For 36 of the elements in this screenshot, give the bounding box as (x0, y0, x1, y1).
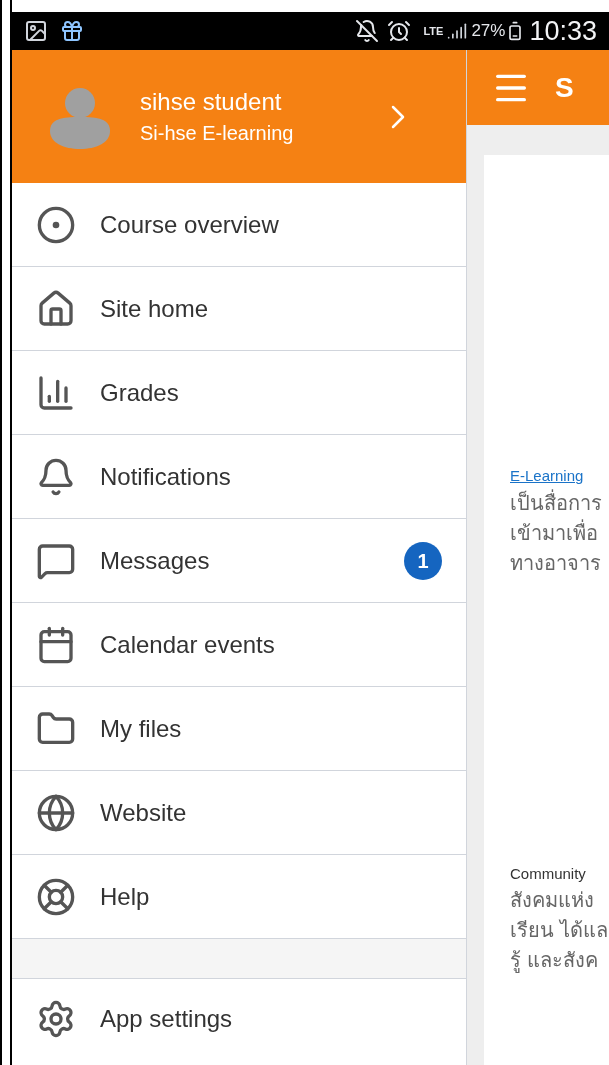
menu-item[interactable]: My files (12, 687, 466, 771)
site-name: Si-hse E-learning (140, 120, 295, 146)
globe-icon (36, 792, 76, 833)
app-bar-title: S (555, 70, 574, 105)
calendar-icon (36, 624, 76, 665)
user-name: sihse student (140, 86, 283, 117)
house-icon (36, 288, 76, 329)
description-line: เป็นสื่อการ (510, 488, 603, 516)
menu-item[interactable]: Grades (12, 351, 466, 435)
count-badge: 1 (404, 541, 442, 580)
gear-icon (36, 999, 76, 1039)
menu-item[interactable]: Notifications (12, 435, 466, 519)
mute-icon (355, 19, 380, 43)
bell-icon (36, 456, 76, 497)
signal-icon (447, 21, 468, 41)
section-link[interactable]: E-Learning (510, 465, 609, 488)
menu-item[interactable]: Messages 1 (12, 519, 466, 603)
menu-item[interactable]: Course overview (12, 183, 466, 267)
section-heading: Community (510, 863, 587, 884)
menu-item[interactable]: Calendar events (12, 603, 466, 687)
description-line: รู้ และสังค (510, 948, 599, 975)
menu-item[interactable]: Site home (12, 267, 466, 351)
image-icon (24, 19, 48, 43)
menu-item[interactable]: App settings (12, 979, 466, 1059)
menu-item[interactable]: Website (12, 771, 466, 855)
description-line: ทางอาจาร (510, 550, 602, 576)
lifebuoy-icon (36, 876, 76, 917)
alarm-icon (387, 19, 412, 43)
network-type: LTE (423, 23, 444, 39)
clock: 10:33 (529, 14, 597, 48)
battery-percent: 27% (471, 20, 506, 43)
description-line: เข้ามาเพื่อ (510, 518, 599, 546)
target-icon (36, 204, 76, 245)
description-line: สังคมแห่ง (510, 888, 595, 913)
gift-icon (60, 19, 84, 43)
description-line: เรียน ได้แล (510, 918, 609, 943)
